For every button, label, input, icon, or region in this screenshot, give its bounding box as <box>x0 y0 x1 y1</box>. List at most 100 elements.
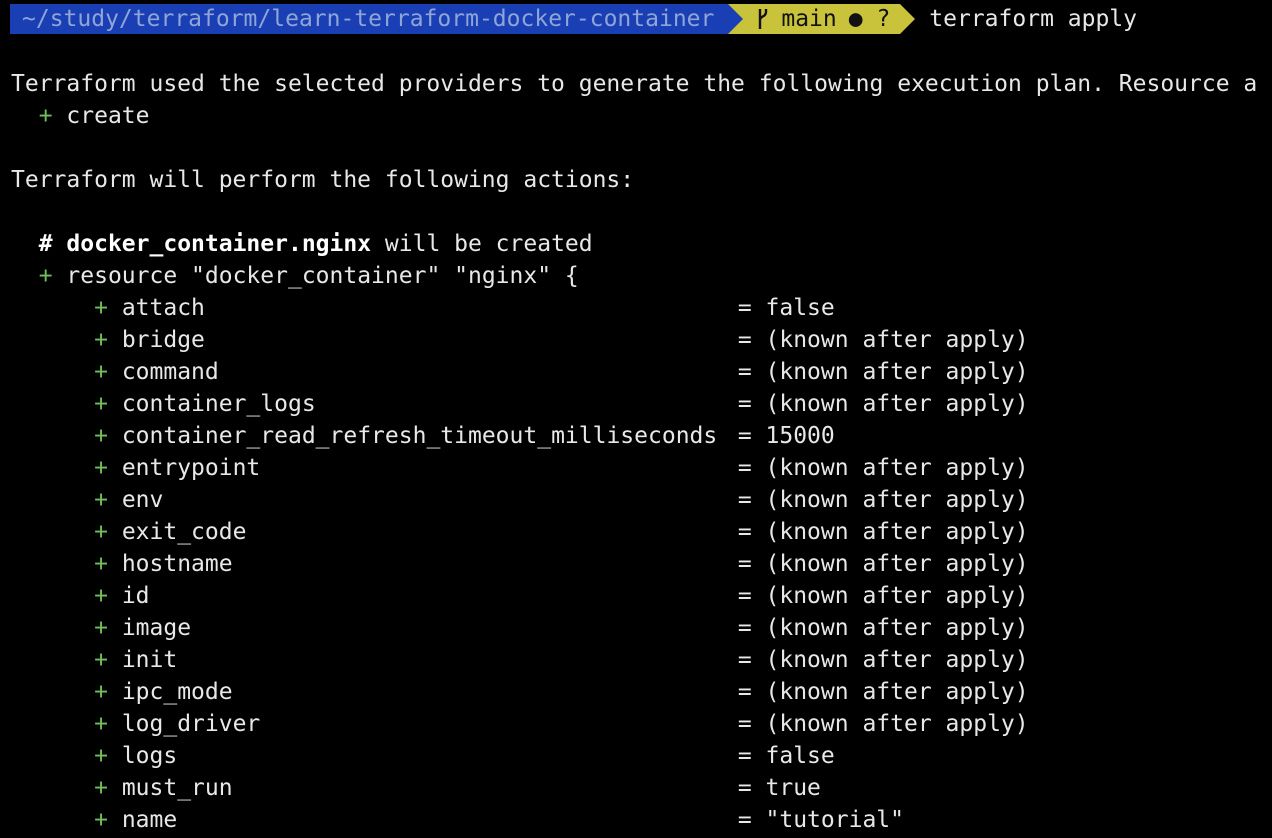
equals-sign: = <box>737 647 766 673</box>
plus-symbol: + <box>94 359 108 385</box>
equals-sign: = <box>737 615 766 641</box>
attribute-value: (known after apply) <box>765 391 1029 417</box>
attribute-value: (known after apply) <box>765 455 1029 481</box>
attribute-value: 15000 <box>765 423 835 449</box>
equals-sign: = <box>737 679 766 705</box>
attribute-row: + image = (known after apply) <box>11 612 1029 644</box>
attribute-name: hostname <box>121 551 233 577</box>
attribute-value: (known after apply) <box>765 327 1029 353</box>
attribute-name: id <box>121 583 150 609</box>
attribute-value: (known after apply) <box>765 583 1029 609</box>
attribute-row: + hostname = (known after apply) <box>11 548 1029 580</box>
attribute-row: + must_run = true <box>11 772 821 804</box>
attribute-row: + name = "tutorial" <box>11 804 904 836</box>
attribute-name: entrypoint <box>121 455 261 481</box>
attribute-row: + entrypoint = (known after apply) <box>11 452 1029 484</box>
plus-symbol: + <box>94 519 108 545</box>
resource-decl-text: resource "docker_container" "nginx" { <box>66 263 579 289</box>
terminal-window[interactable]: ~/study/terraform/learn-terraform-docker… <box>0 0 1272 838</box>
plus-symbol: + <box>94 487 108 513</box>
attribute-name: exit_code <box>121 519 247 545</box>
plus-symbol: + <box>94 807 108 833</box>
plus-symbol: + <box>94 679 108 705</box>
prompt-path: ~/study/terraform/learn-terraform-docker… <box>10 4 729 34</box>
git-branch-icon <box>759 9 768 29</box>
attribute-name: container_read_refresh_timeout_milliseco… <box>121 423 718 449</box>
attribute-row: + init = (known after apply) <box>11 644 1029 676</box>
command-text: terraform apply <box>929 6 1138 32</box>
plus-symbol: + <box>38 103 53 129</box>
equals-sign: = <box>737 519 766 545</box>
equals-sign: = <box>737 359 766 385</box>
prompt-separator-icon <box>728 4 744 34</box>
comment-hash: # <box>38 231 53 257</box>
plus-symbol: + <box>94 647 108 673</box>
attribute-value: (known after apply) <box>765 679 1029 705</box>
attribute-row: + container_logs = (known after apply) <box>11 388 1029 420</box>
plan-intro: Terraform used the selected providers to… <box>11 71 1258 97</box>
prompt-branch: main <box>781 6 837 32</box>
plus-symbol: + <box>38 263 53 289</box>
equals-sign: = <box>737 327 766 353</box>
plus-symbol: + <box>94 583 108 609</box>
equals-sign: = <box>737 487 766 513</box>
shell-prompt: ~/study/terraform/learn-terraform-docker… <box>10 4 1137 34</box>
plus-symbol: + <box>94 327 108 353</box>
attribute-row: + command = (known after apply) <box>11 356 1029 388</box>
attribute-value: (known after apply) <box>765 647 1029 673</box>
attribute-row: + ipc_mode = (known after apply) <box>11 676 1029 708</box>
attribute-row: + container_read_refresh_timeout_millise… <box>11 420 835 452</box>
plus-symbol: + <box>94 775 108 801</box>
attribute-value: true <box>765 775 821 801</box>
attribute-row: + log_driver = (known after apply) <box>11 708 1029 740</box>
equals-sign: = <box>737 295 766 321</box>
attribute-row: + id = (known after apply) <box>11 580 1029 612</box>
prompt-end-icon <box>900 4 916 34</box>
equals-sign: = <box>737 583 766 609</box>
attribute-name: env <box>121 487 164 513</box>
plus-symbol: + <box>94 295 108 321</box>
actions-heading: Terraform will perform the following act… <box>11 167 635 193</box>
attribute-row: + attach = false <box>11 292 835 324</box>
plus-symbol: + <box>94 423 108 449</box>
attribute-name: log_driver <box>121 711 261 737</box>
attribute-row: + bridge = (known after apply) <box>11 324 1029 356</box>
attribute-name: container_logs <box>121 391 316 417</box>
plus-symbol: + <box>94 551 108 577</box>
attribute-value: (known after apply) <box>765 359 1029 385</box>
attribute-row: + logs = false <box>11 740 835 772</box>
plus-symbol: + <box>94 391 108 417</box>
resource-comment: # docker_container.nginx will be created <box>11 228 593 260</box>
equals-sign: = <box>737 423 766 449</box>
attribute-name: name <box>121 807 178 833</box>
equals-sign: = <box>737 711 766 737</box>
attribute-value: "tutorial" <box>765 807 904 833</box>
resource-declaration: + resource "docker_container" "nginx" { <box>11 260 579 292</box>
equals-sign: = <box>737 743 766 769</box>
plus-symbol: + <box>94 615 108 641</box>
attribute-name: ipc_mode <box>121 679 233 705</box>
attribute-name: image <box>121 615 192 641</box>
prompt-git-segment: main ● ? <box>743 4 901 34</box>
comment-suffix: will be created <box>371 231 593 257</box>
resource-address: docker_container.nginx <box>66 231 372 257</box>
attribute-row: + env = (known after apply) <box>11 484 1029 516</box>
plus-symbol: + <box>94 455 108 481</box>
attribute-value: (known after apply) <box>765 615 1029 641</box>
equals-sign: = <box>737 775 766 801</box>
attribute-value: false <box>765 295 835 321</box>
equals-sign: = <box>737 807 766 833</box>
attribute-value: (known after apply) <box>765 551 1029 577</box>
attribute-name: must_run <box>121 775 233 801</box>
plus-symbol: + <box>94 743 108 769</box>
equals-sign: = <box>737 551 766 577</box>
attribute-name: command <box>121 359 219 385</box>
legend-create: + create <box>11 100 150 132</box>
equals-sign: = <box>737 391 766 417</box>
prompt-git-status: ● ? <box>848 6 891 32</box>
plus-symbol: + <box>94 711 108 737</box>
attribute-value: (known after apply) <box>765 487 1029 513</box>
attribute-value: (known after apply) <box>765 519 1029 545</box>
attribute-name: bridge <box>121 327 205 353</box>
attribute-name: attach <box>121 295 205 321</box>
